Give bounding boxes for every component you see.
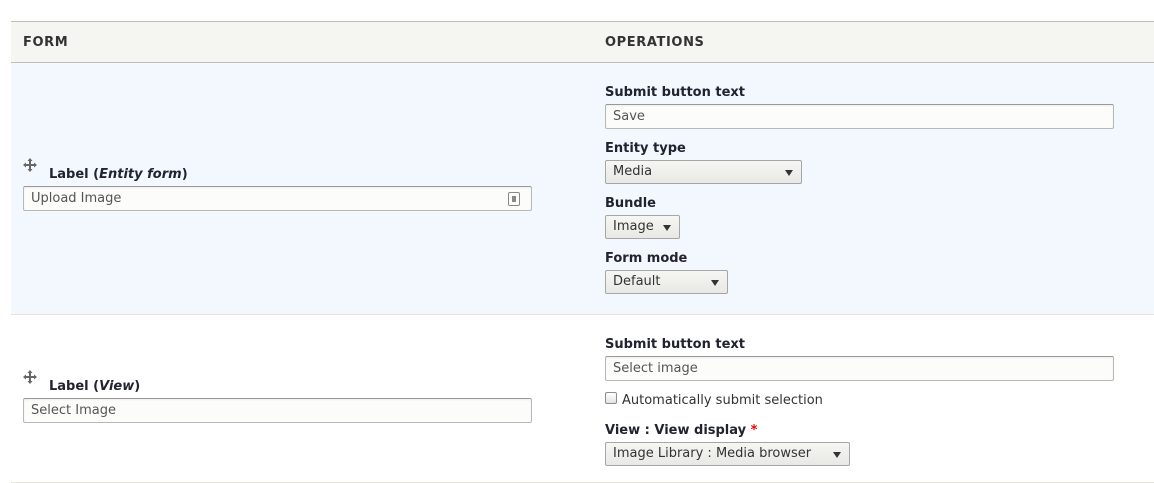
header-form: FORM [23, 35, 69, 50]
chevron-down-icon [785, 170, 793, 176]
bundle-select[interactable]: Image [605, 215, 680, 239]
label-field-label: Label (Entity form) [49, 167, 188, 182]
table-header: FORM OPERATIONS [11, 21, 1154, 63]
entity-type-label: Entity type [605, 141, 686, 156]
submit-text-label: Submit button text [605, 85, 745, 100]
required-marker: * [750, 423, 758, 438]
entity-type-select[interactable]: Media [605, 160, 802, 184]
submit-text-input[interactable]: Select image [605, 356, 1114, 381]
drag-handle-icon[interactable] [23, 370, 37, 384]
table-row: Label (View) Select Image Submit button … [11, 315, 1154, 483]
bundle-label: Bundle [605, 196, 656, 211]
label-field-label: Label (View) [49, 379, 141, 394]
header-operations: OPERATIONS [605, 35, 705, 50]
submit-text-label: Submit button text [605, 337, 745, 352]
widgets-table: FORM OPERATIONS Label (Entity form) Uplo… [11, 21, 1154, 483]
chevron-down-icon [833, 452, 841, 458]
chevron-down-icon [711, 280, 719, 286]
view-display-label: View : View display * [605, 423, 758, 438]
auto-submit-checkbox[interactable] [605, 392, 617, 404]
submit-text-input[interactable]: Save [605, 104, 1114, 129]
form-mode-label: Form mode [605, 251, 688, 266]
auto-submit-label[interactable]: Automatically submit selection [622, 393, 823, 408]
view-display-select[interactable]: Image Library : Media browser [605, 442, 850, 466]
label-input[interactable]: Select Image [23, 398, 532, 423]
label-input[interactable]: Upload Image [23, 186, 532, 211]
form-mode-select[interactable]: Default [605, 270, 728, 294]
autofill-icon [508, 192, 520, 206]
chevron-down-icon [663, 225, 671, 231]
table-row: Label (Entity form) Upload Image Submit … [11, 63, 1154, 315]
drag-handle-icon[interactable] [23, 158, 37, 172]
